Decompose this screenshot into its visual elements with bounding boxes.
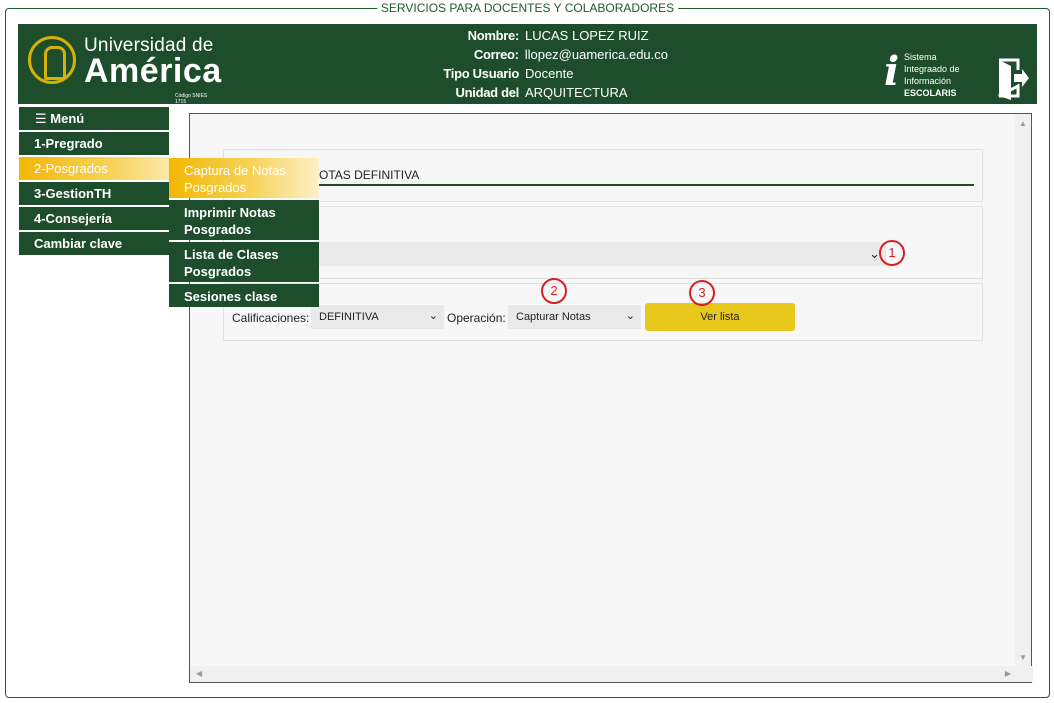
user-name: LUCAS LOPEZ RUIZ	[525, 28, 649, 43]
scroll-down-icon[interactable]: ▼	[1019, 654, 1027, 662]
sia-line-2: Integraado de	[904, 64, 960, 74]
grades-label: Calificaciones:	[232, 311, 310, 325]
logo-code: Código SNIES 1715	[175, 93, 208, 105]
course-panel: ⌄ 1	[223, 206, 983, 279]
sia-line-1: Sistema	[904, 52, 937, 62]
course-select[interactable]: ⌄	[232, 242, 886, 266]
submenu-label-line2: Posgrados	[184, 264, 252, 279]
chevron-down-icon: ⌄	[428, 310, 438, 322]
submenu-item-captura-notas[interactable]: Captura de Notas Posgrados	[169, 158, 319, 198]
menu-item-cambiar-clave[interactable]: Cambiar clave	[19, 232, 169, 255]
scroll-up-icon[interactable]: ▲	[1019, 120, 1027, 128]
menu-toggle[interactable]: ☰ Menú	[19, 107, 169, 130]
menu-item-consejeria[interactable]: 4-Consejería	[19, 207, 169, 230]
sia-line-4: ESCOLARIS	[904, 88, 957, 98]
chevron-down-icon: ⌄	[625, 310, 635, 322]
sia-logo: i Sistema Integraado de Información ESCO…	[884, 50, 974, 100]
horizontal-scrollbar[interactable]: ◀ ▶	[190, 666, 1033, 682]
app-header: Universidad de América Código SNIES 1715…	[18, 24, 1037, 119]
section-title: OTAS DEFINITIVA	[319, 168, 420, 182]
operation-label: Operación:	[447, 311, 506, 325]
scroll-right-icon[interactable]: ▶	[1005, 670, 1011, 678]
info-i-icon: i	[884, 48, 900, 95]
submenu-label-line1: Captura de Notas	[184, 163, 286, 178]
operation-select[interactable]: Capturar Notas ⌄	[508, 305, 641, 329]
submenu-item-sesiones-clase[interactable]: Sesiones clase	[169, 284, 319, 307]
marker-1: 1	[879, 240, 905, 266]
grades-select[interactable]: DEFINITIVA ⌄	[311, 305, 444, 329]
user-info: Nombre: LUCAS LOPEZ RUIZ Correo: llopez@ua…	[408, 26, 668, 121]
operation-select-value: Capturar Notas	[516, 311, 591, 323]
university-logo: Universidad de América Código SNIES 1715	[28, 34, 221, 105]
logo-emblem-icon	[28, 36, 76, 84]
submenu-label-line1: Imprimir Notas	[184, 205, 276, 220]
user-email-label: Correo:	[473, 47, 519, 62]
submenu-item-imprimir-notas[interactable]: Imprimir Notas Posgrados	[169, 200, 319, 240]
user-type-label: Tipo Usuario	[443, 66, 519, 81]
title-underline	[232, 184, 974, 186]
posgrados-submenu: Captura de Notas Posgrados Imprimir Nota…	[169, 158, 319, 309]
submenu-label-line2: Posgrados	[184, 180, 247, 195]
user-email: llopez@uamerica.edu.co	[524, 47, 668, 62]
user-type: Docente	[525, 66, 574, 81]
title-panel: OTAS DEFINITIVA	[223, 149, 983, 202]
submenu-label-line2: Posgrados	[184, 222, 252, 237]
logout-icon[interactable]	[996, 54, 1030, 102]
marker-2: 2	[541, 278, 567, 304]
submenu-label-line1: Sesiones clase	[184, 289, 278, 304]
main-menu: ☰ Menú 1-Pregrado 2-Posgrados 3-GestionT…	[19, 107, 169, 257]
submenu-item-lista-clases[interactable]: Lista de Clases Posgrados	[169, 242, 319, 282]
logo-line-2: América	[84, 52, 222, 90]
vertical-scrollbar[interactable]: ▲ ▼	[1015, 114, 1031, 666]
options-panel: Calificaciones: DEFINITIVA ⌄ Operación: …	[223, 278, 983, 341]
user-name-label: Nombre:	[467, 28, 520, 43]
menu-item-pregrado[interactable]: 1-Pregrado	[19, 132, 169, 155]
view-list-button[interactable]: Ver lista	[645, 303, 795, 331]
marker-3: 3	[689, 280, 715, 306]
scroll-left-icon[interactable]: ◀	[196, 670, 202, 678]
menu-item-posgrados[interactable]: 2-Posgrados	[19, 157, 169, 180]
submenu-label-line1: Lista de Clases	[184, 247, 279, 262]
sia-line-3: Información	[904, 76, 952, 86]
grades-select-value: DEFINITIVA	[319, 311, 379, 323]
menu-item-gestionth[interactable]: 3-GestionTH	[19, 182, 169, 205]
frame-title: SERVICIOS PARA DOCENTES Y COLABORADORES	[376, 1, 679, 15]
